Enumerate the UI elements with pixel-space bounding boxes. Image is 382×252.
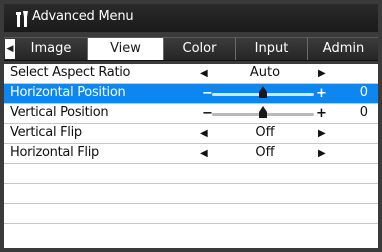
row-value: Auto <box>249 65 281 80</box>
empty-row <box>4 224 378 248</box>
row-horizontal-position[interactable]: Horizontal Position − + 0 <box>4 84 378 104</box>
menu-window: Advanced Menu ◀ Image View Color Input A… <box>0 0 382 252</box>
empty-row <box>4 204 378 224</box>
decrease-arrow-icon[interactable]: ◀ <box>200 64 208 84</box>
tab-bar: ◀ Image View Color Input Admin <box>4 37 378 61</box>
row-horizontal-flip[interactable]: Horizontal Flip ◀ Off ▶ <box>4 144 378 164</box>
increase-arrow-icon[interactable]: ▶ <box>318 124 326 144</box>
slider-knob[interactable] <box>259 86 267 98</box>
row-label: Horizontal Position <box>10 85 126 100</box>
row-vertical-flip[interactable]: Vertical Flip ◀ Off ▶ <box>4 124 378 144</box>
tab-color[interactable]: Color <box>163 38 235 60</box>
tab-admin[interactable]: Admin <box>307 38 379 60</box>
empty-row <box>4 164 378 184</box>
plus-icon[interactable]: + <box>316 104 327 124</box>
slider-track[interactable] <box>212 106 314 118</box>
row-label: Select Aspect Ratio <box>10 65 131 80</box>
row-label: Horizontal Flip <box>10 145 99 160</box>
menu-list: Select Aspect Ratio ◀ Auto ▶ Horizontal … <box>4 64 378 248</box>
row-select-aspect-ratio[interactable]: Select Aspect Ratio ◀ Auto ▶ <box>4 64 378 84</box>
increase-arrow-icon[interactable]: ▶ <box>318 144 326 164</box>
slider-track[interactable] <box>212 86 314 98</box>
tab-input[interactable]: Input <box>235 38 307 60</box>
row-value: Off <box>255 125 275 140</box>
tools-icon <box>16 11 28 27</box>
row-value: 0 <box>359 105 368 120</box>
increase-arrow-icon[interactable]: ▶ <box>318 64 326 84</box>
slider-knob[interactable] <box>259 106 267 118</box>
window-title: Advanced Menu <box>32 9 134 24</box>
decrease-arrow-icon[interactable]: ◀ <box>200 124 208 144</box>
empty-row <box>4 184 378 204</box>
plus-icon[interactable]: + <box>316 84 327 104</box>
row-vertical-position[interactable]: Vertical Position − + 0 <box>4 104 378 124</box>
row-value: Off <box>255 145 275 160</box>
tab-image[interactable]: Image <box>16 38 86 60</box>
tab-scroll-left-icon[interactable]: ◀ <box>5 39 15 59</box>
row-label: Vertical Flip <box>10 125 82 140</box>
row-value: 0 <box>359 85 368 100</box>
tab-view[interactable]: View <box>87 38 163 60</box>
row-label: Vertical Position <box>10 105 109 120</box>
decrease-arrow-icon[interactable]: ◀ <box>200 144 208 164</box>
title-bar: Advanced Menu <box>4 4 378 32</box>
